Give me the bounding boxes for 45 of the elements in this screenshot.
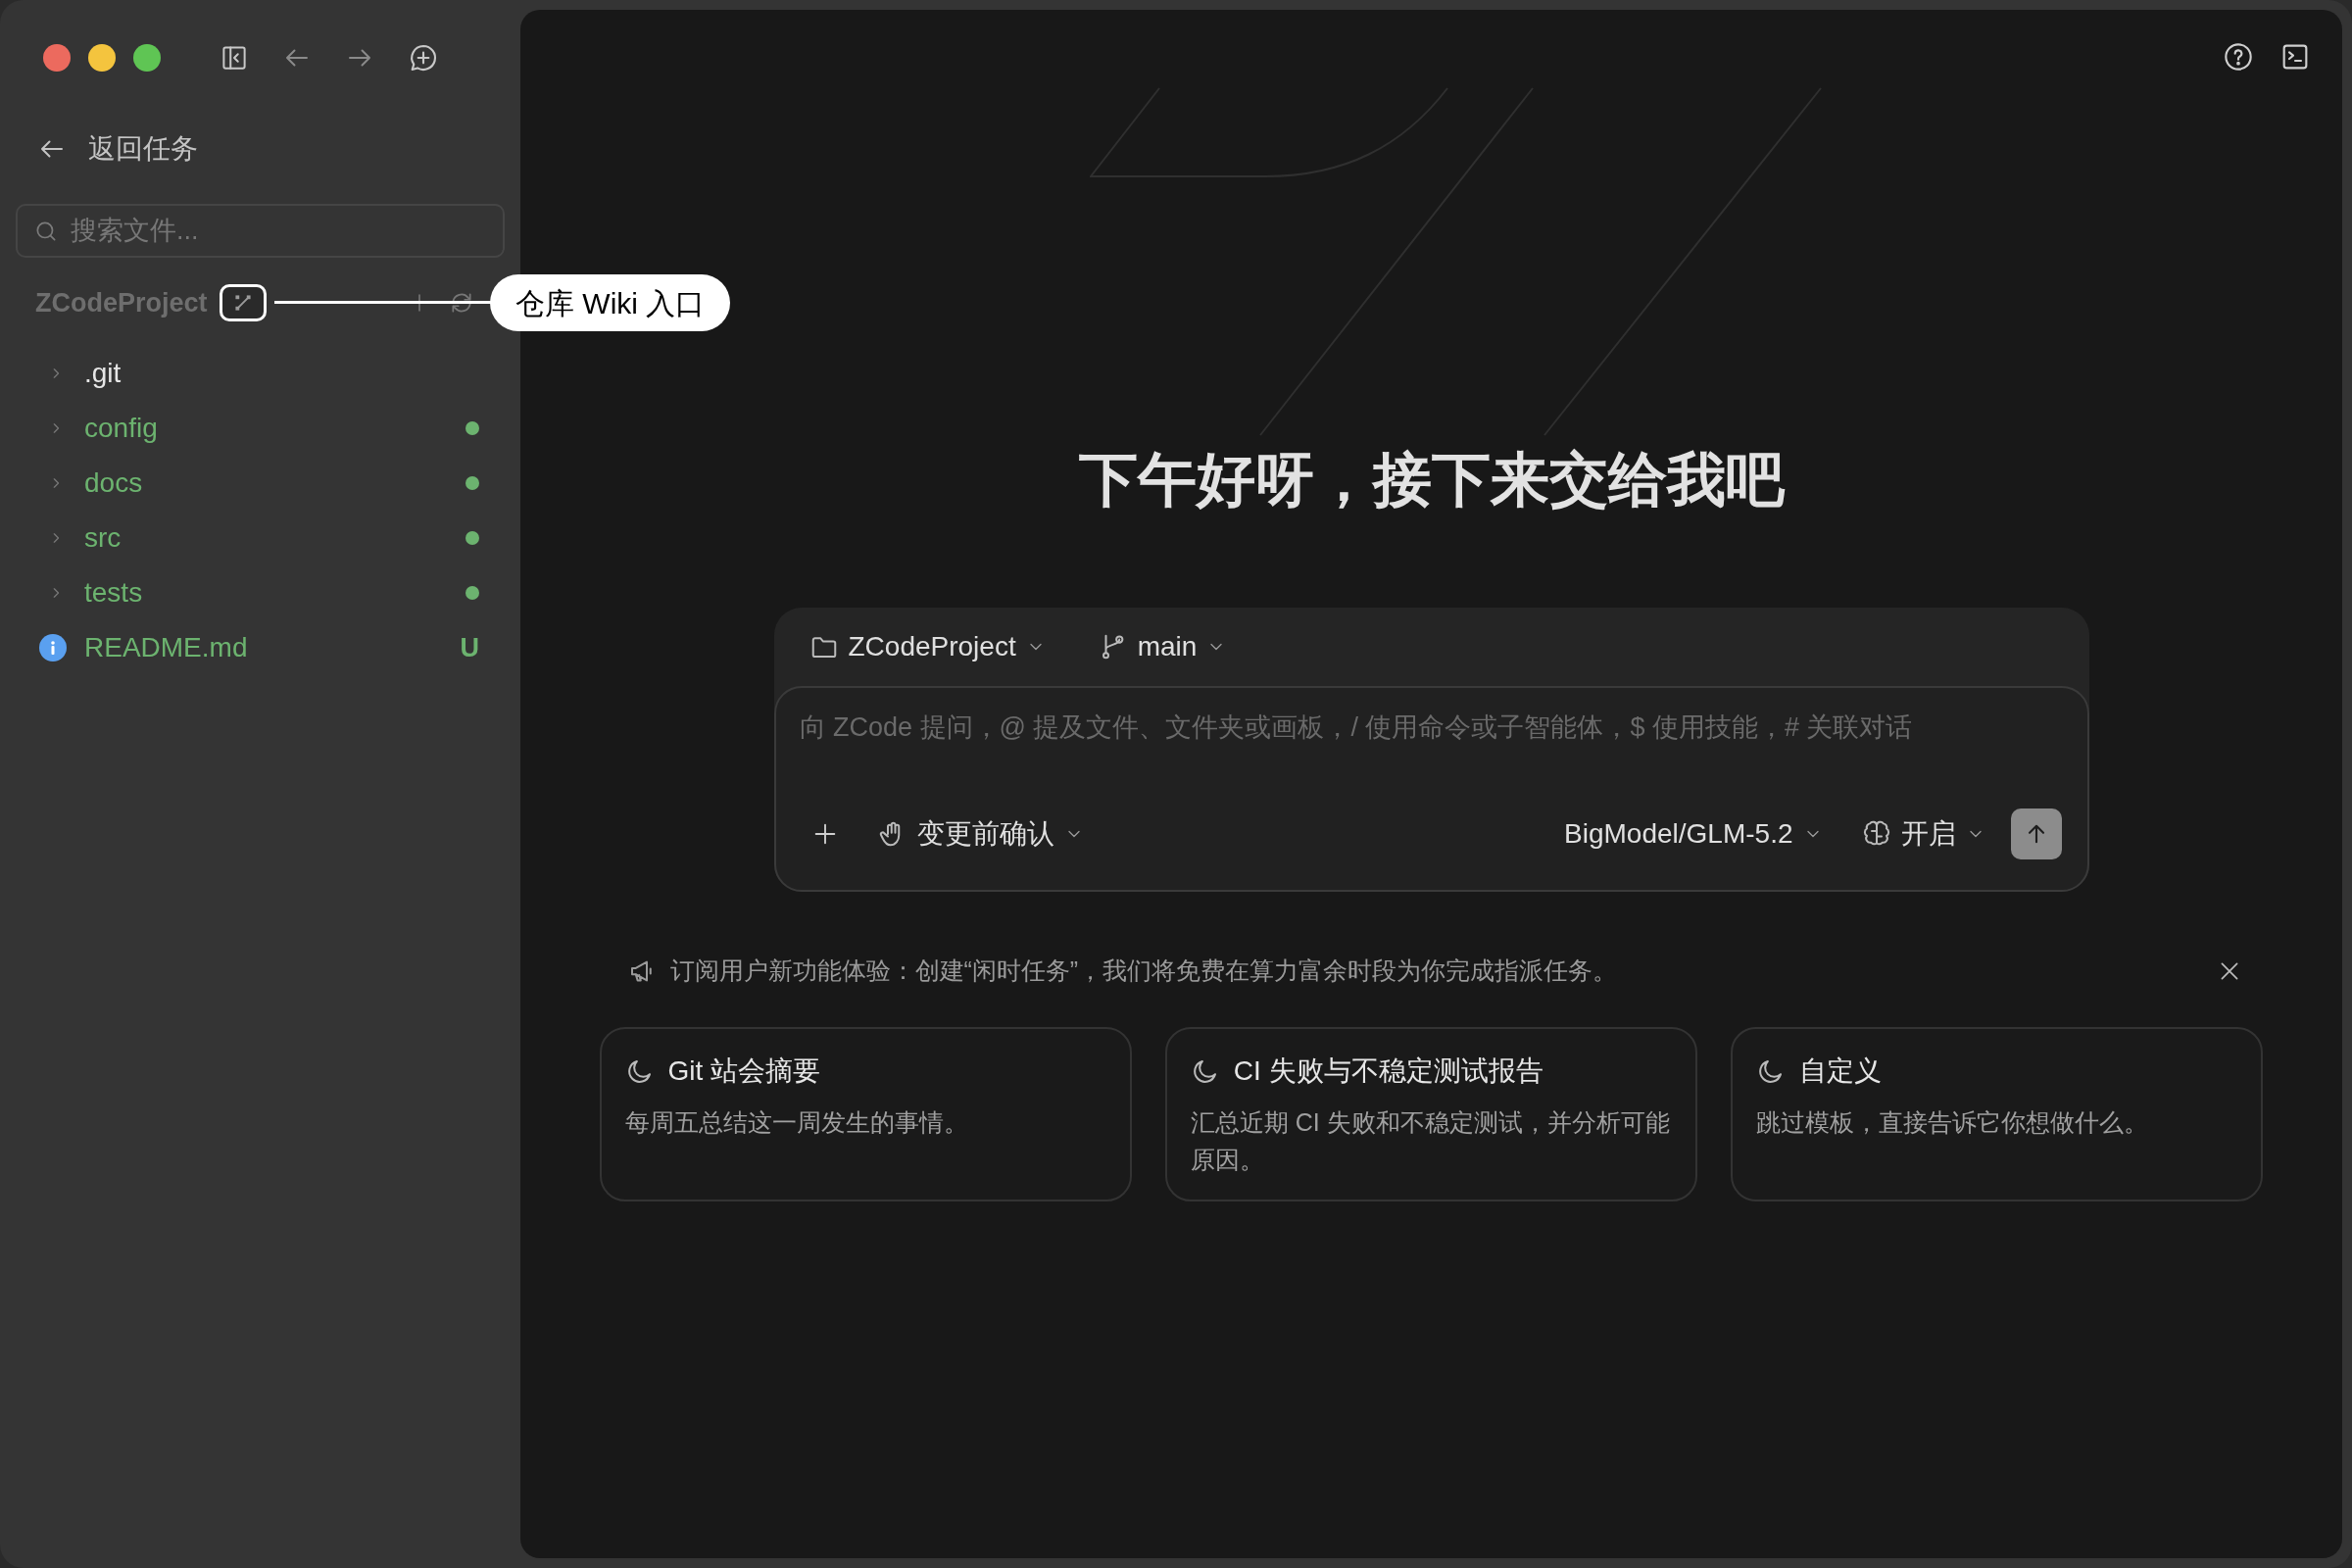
send-button[interactable] bbox=[2010, 808, 2062, 859]
thinking-dropdown[interactable]: 开启 bbox=[1861, 813, 1985, 855]
template-card[interactable]: Git 站会摘要 每周五总结这一周发生的事情。 bbox=[599, 1027, 1132, 1201]
file-name: README.md bbox=[84, 631, 249, 664]
template-card[interactable]: CI 失败与不稳定测试报告 汇总近期 CI 失败和不稳定测试，并分析可能原因。 bbox=[1164, 1027, 1698, 1201]
card-description: 跳过模板，直接告诉它你想做什么。 bbox=[1756, 1107, 2150, 1138]
card-title: 自定义 bbox=[1799, 1054, 1883, 1088]
info-icon bbox=[39, 634, 67, 662]
branch-dropdown[interactable]: main bbox=[1098, 626, 1227, 667]
greeting-heading: 下午好呀，接下来交给我吧 bbox=[1078, 446, 1785, 514]
prompt-input-field[interactable]: 向 ZCode 提问，@ 提及文件、文件夹或画板，/ 使用命令或子智能体，$ 使用技能，# 关联对话 bbox=[799, 708, 2064, 778]
back-to-tasks-link[interactable]: 返回任务 bbox=[37, 122, 198, 176]
file-tree-item[interactable]: src bbox=[0, 511, 520, 565]
file-name: config bbox=[84, 412, 159, 445]
search-field[interactable]: 搜索文件... bbox=[16, 204, 505, 258]
window-control[interactable] bbox=[88, 44, 116, 72]
file-name: src bbox=[84, 521, 122, 555]
window-control[interactable] bbox=[133, 44, 161, 72]
new-chat-icon[interactable] bbox=[408, 42, 439, 74]
file-tree-item[interactable]: README.md U bbox=[0, 620, 520, 675]
window-control[interactable] bbox=[43, 44, 71, 72]
search-input[interactable]: 搜索文件... bbox=[71, 211, 487, 251]
approval-mode-dropdown[interactable]: 变更前确认 bbox=[877, 813, 1084, 855]
sidebar-toggle-icon[interactable] bbox=[220, 43, 249, 73]
prompt-box[interactable]: 向 ZCode 提问，@ 提及文件、文件夹或画板，/ 使用命令或子智能体，$ 使用技能，# 关联对话 变更前确认 BigModel/GLM-5.2 开启 bbox=[773, 686, 2089, 892]
card-title: Git 站会摘要 bbox=[667, 1054, 821, 1088]
callout-label: 仓库 Wiki 入口 bbox=[490, 274, 731, 331]
file-tree-item[interactable]: .git bbox=[0, 346, 520, 401]
file-name: tests bbox=[84, 576, 144, 610]
file-name: docs bbox=[84, 466, 144, 500]
card-description: 每周五总结这一周发生的事情。 bbox=[624, 1107, 969, 1138]
card-title: CI 失败与不稳定测试报告 bbox=[1233, 1054, 1544, 1088]
wiki-button[interactable] bbox=[219, 284, 267, 321]
file-name: .git bbox=[84, 357, 122, 390]
file-tree-item[interactable]: docs bbox=[0, 456, 520, 511]
folder-dropdown[interactable]: ZCodeProject bbox=[808, 626, 1046, 667]
file-tree-item[interactable]: tests bbox=[0, 565, 520, 620]
notice-text: 订阅用户新功能体验：创建“闲时任务”，我们将免费在算力富余时段为你完成指派任务。 bbox=[669, 956, 1619, 987]
help-icon[interactable] bbox=[2223, 41, 2254, 73]
file-tree-item[interactable]: config bbox=[0, 401, 520, 456]
template-card[interactable]: 自定义 跳过模板，直接告诉它你想做什么。 bbox=[1731, 1027, 2264, 1201]
git-status-letter: U bbox=[460, 631, 479, 664]
model-dropdown[interactable]: BigModel/GLM-5.2 bbox=[1564, 813, 1823, 855]
project-name: ZCodeProject bbox=[35, 286, 208, 319]
card-description: 汇总近期 CI 失败和不稳定测试，并分析可能原因。 bbox=[1190, 1107, 1671, 1175]
